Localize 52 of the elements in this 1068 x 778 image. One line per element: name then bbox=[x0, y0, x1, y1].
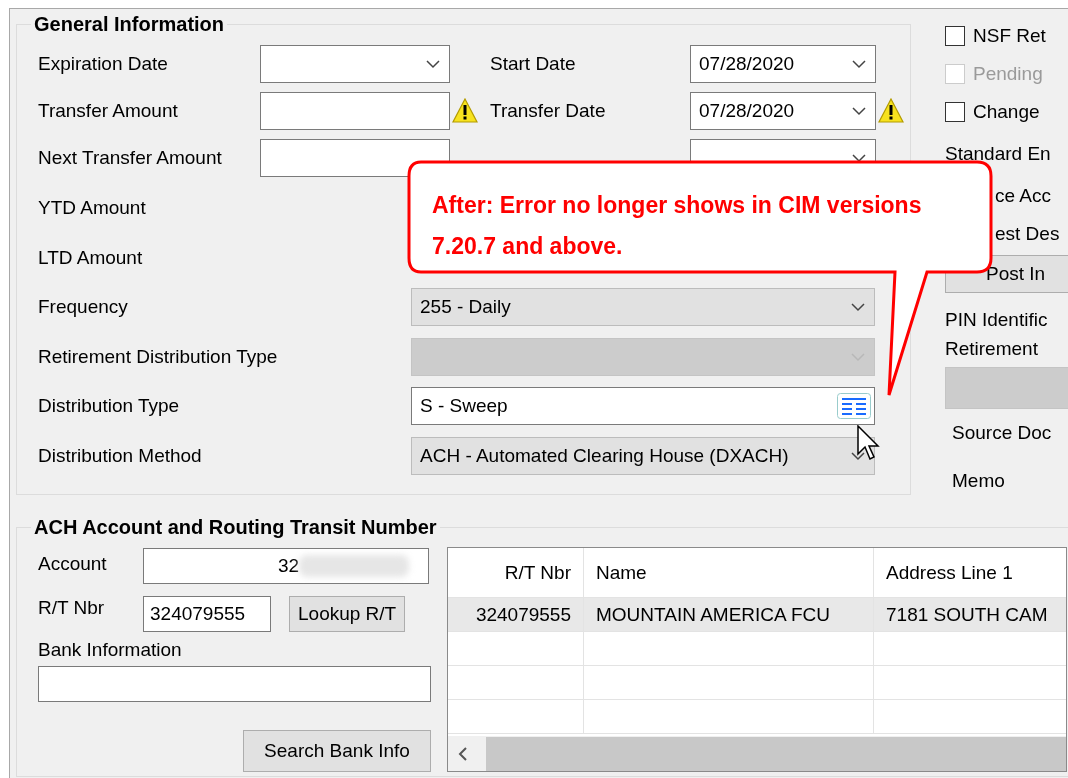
field-label: YTD Amount bbox=[38, 196, 147, 220]
chevron-down-icon bbox=[425, 57, 441, 71]
dropdown[interactable]: 07/28/2020 bbox=[690, 45, 876, 83]
dropdown[interactable] bbox=[260, 45, 450, 83]
field-label: R/T Nbr bbox=[38, 596, 106, 620]
field-label: Bank Information bbox=[38, 638, 182, 662]
field-label: ce Acc bbox=[995, 185, 1051, 207]
checkbox-label: Change bbox=[973, 101, 1040, 123]
field-label: Next Transfer Amount bbox=[38, 146, 223, 170]
table-cell: MOUNTAIN AMERICA FCU bbox=[584, 598, 874, 632]
field-label: Expiration Date bbox=[38, 52, 169, 76]
mouse-pointer-icon bbox=[857, 425, 881, 461]
chevron-down-icon bbox=[851, 57, 867, 71]
table-row[interactable]: 324079555 MOUNTAIN AMERICA FCU 7181 SOUTH CAM bbox=[448, 598, 1066, 632]
input-field[interactable]: 32 bbox=[143, 548, 429, 584]
field-label: Distribution Method bbox=[38, 443, 203, 468]
chevron-down-icon bbox=[851, 104, 867, 118]
checkbox-label: Pending bbox=[973, 63, 1043, 85]
dropdown[interactable]: ACH - Automated Clearing House (DXACH) bbox=[411, 436, 875, 475]
table-cell: 7181 SOUTH CAM bbox=[874, 598, 1066, 632]
checkbox-label: NSF Ret bbox=[973, 25, 1046, 47]
callout-text: After: Error no longer shows in CIM versions 7.20.7 and above. bbox=[432, 191, 923, 261]
chevron-down-icon bbox=[850, 300, 866, 314]
table-cell: 324079555 bbox=[448, 598, 584, 632]
field-label: Transfer Amount bbox=[38, 99, 179, 123]
field-label: Account bbox=[38, 552, 108, 576]
field-label: Source Doc bbox=[952, 422, 1052, 444]
input-field[interactable] bbox=[260, 92, 450, 130]
search-button[interactable]: Search Bank Info bbox=[243, 730, 431, 772]
field-label: Start Date bbox=[490, 52, 577, 76]
input-field[interactable] bbox=[38, 666, 431, 702]
field-label: Distribution Type bbox=[38, 394, 181, 418]
field-label: Retirement bbox=[945, 337, 1038, 360]
checkbox[interactable] bbox=[945, 26, 965, 46]
field-label: Retirement Distribution Type bbox=[38, 344, 279, 369]
field-label: Transfer Date bbox=[490, 99, 607, 123]
list-icon bbox=[837, 393, 871, 419]
dropdown[interactable]: 255 - Daily bbox=[411, 288, 875, 326]
checkbox[interactable] bbox=[945, 102, 965, 122]
dropdown[interactable]: 07/28/2020 bbox=[690, 92, 876, 130]
input-field[interactable]: 324079555 bbox=[143, 596, 271, 632]
input-field[interactable] bbox=[260, 139, 450, 177]
lookup-button[interactable]: Lookup R/T bbox=[289, 596, 406, 632]
lookup-field[interactable]: S - Sweep bbox=[411, 387, 875, 425]
field-label: PIN Identific bbox=[945, 308, 1048, 331]
field-label: Standard En bbox=[945, 143, 1051, 165]
field-label: Memo bbox=[952, 470, 1005, 492]
scroll-left-icon bbox=[458, 747, 468, 761]
input-field[interactable] bbox=[945, 367, 1068, 409]
field-label: LTD Amount bbox=[38, 245, 144, 270]
field-label: Frequency bbox=[38, 295, 129, 319]
field-label: est Des bbox=[995, 223, 1060, 245]
